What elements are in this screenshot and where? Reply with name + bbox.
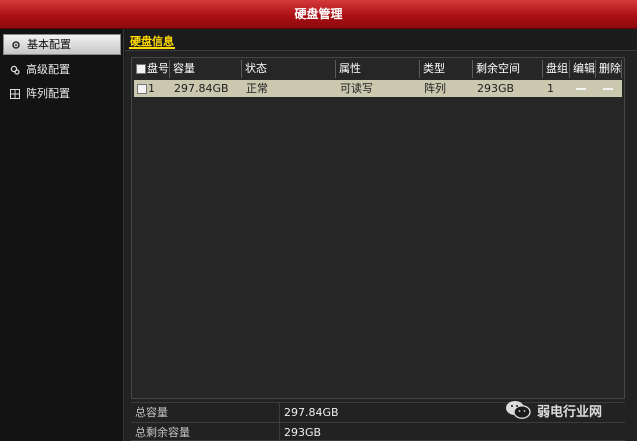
column-type: 类型 (420, 60, 473, 78)
gears-icon (9, 64, 21, 76)
sidebar: 基本配置 高级配置 阵列配置 (0, 29, 124, 441)
edit-button[interactable] (573, 80, 597, 97)
free-space-cell: 293GB (477, 82, 515, 95)
column-delete: 删除 (596, 60, 622, 78)
total-capacity-label: 总容量 (135, 406, 168, 419)
column-status: 状态 (242, 60, 336, 78)
group-cell: 1 (547, 82, 554, 95)
sidebar-item-advanced-config[interactable]: 高级配置 (3, 59, 121, 80)
sidebar-item-label: 基本配置 (27, 38, 71, 51)
window-title: 硬盘管理 (0, 0, 637, 29)
wechat-icon (506, 401, 531, 419)
edit-disabled-icon (576, 88, 586, 90)
select-all-checkbox[interactable] (136, 64, 146, 74)
disk-table: 盘号 容量 状态 属性 类型 剩余空间 盘组 编辑 删除 1 297.84GB … (131, 57, 625, 399)
gear-icon (10, 39, 22, 51)
row-checkbox[interactable] (137, 84, 147, 94)
tab-bar: 硬盘信息 (125, 29, 637, 51)
content-panel: 硬盘信息 盘号 容量 状态 属性 类型 剩余空间 盘组 编辑 删除 1 297.… (125, 29, 637, 441)
column-group: 盘组 (543, 60, 570, 78)
table-row[interactable]: 1 297.84GB 正常 可读写 阵列 293GB 1 (134, 80, 622, 97)
sidebar-item-basic-config[interactable]: 基本配置 (3, 34, 121, 55)
sidebar-item-label: 阵列配置 (26, 87, 70, 100)
watermark: 弱电行业网 (505, 397, 602, 423)
status-cell: 正常 (246, 82, 268, 95)
watermark-text: 弱电行业网 (537, 404, 603, 420)
disk-no-cell: 1 (134, 80, 171, 97)
free-capacity-label: 总剩余容量 (135, 426, 190, 439)
tab-disk-info[interactable]: 硬盘信息 (129, 33, 175, 49)
type-cell: 阵列 (424, 82, 446, 95)
column-free-space: 剩余空间 (473, 60, 543, 78)
free-capacity-value: 293GB (279, 423, 623, 441)
table-header: 盘号 容量 状态 属性 类型 剩余空间 盘组 编辑 删除 (133, 60, 623, 78)
column-disk-no: 盘号 (133, 60, 170, 78)
column-edit: 编辑 (570, 60, 596, 78)
free-capacity-row: 总剩余容量 293GB (131, 422, 625, 441)
delete-button[interactable] (600, 80, 622, 97)
delete-disabled-icon (603, 88, 613, 90)
sidebar-item-array-config[interactable]: 阵列配置 (3, 83, 121, 104)
grid-icon (9, 88, 21, 100)
sidebar-item-label: 高级配置 (26, 63, 70, 76)
attribute-cell: 可读写 (340, 82, 373, 95)
column-capacity: 容量 (170, 60, 242, 78)
capacity-cell: 297.84GB (174, 82, 229, 95)
column-attribute: 属性 (336, 60, 420, 78)
